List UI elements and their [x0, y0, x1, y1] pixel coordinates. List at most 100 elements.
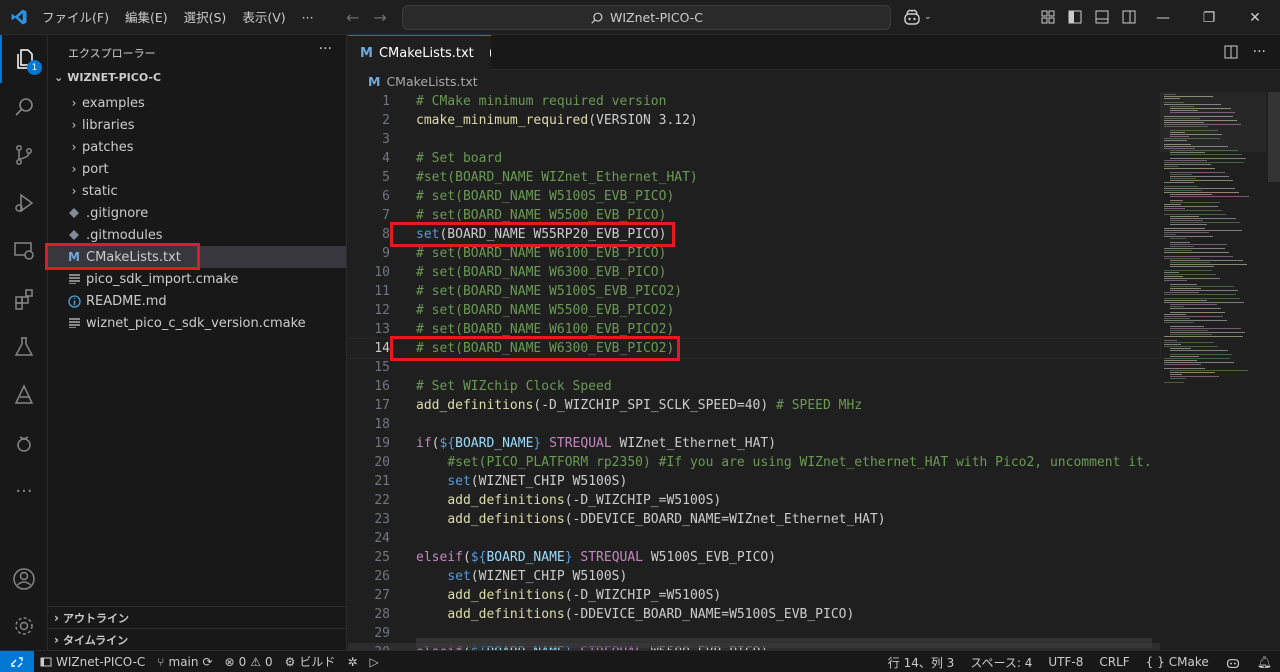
tree-item-cmakelists[interactable]: M CMakeLists.txt: [48, 246, 346, 268]
language-mode[interactable]: { } CMake: [1138, 655, 1217, 669]
code-line[interactable]: 9 # set(BOARD_NAME W6100_EVB_PICO): [348, 244, 1160, 263]
code-line[interactable]: 11 # set(BOARD_NAME W5100S_EVB_PICO2): [348, 282, 1160, 301]
cursor-position[interactable]: 行 14、列 3: [880, 654, 963, 671]
menu-more[interactable]: ···: [294, 0, 322, 35]
code-line[interactable]: 4 # Set board: [348, 149, 1160, 168]
code-line[interactable]: 1 # CMake minimum required version: [348, 92, 1160, 111]
code-line[interactable]: 10 # set(BOARD_NAME W6300_EVB_PICO): [348, 263, 1160, 282]
code-line[interactable]: 24: [348, 529, 1160, 548]
search-activity[interactable]: [0, 83, 48, 131]
tree-item-readme[interactable]: README.md: [48, 290, 346, 312]
restore-button[interactable]: ❐: [1186, 0, 1232, 35]
workspace-status[interactable]: WIZnet-PICO-C: [34, 655, 151, 669]
customize-layout-icon[interactable]: [1040, 9, 1056, 25]
forward-arrow-icon[interactable]: →: [373, 8, 386, 27]
debug-status[interactable]: ✲: [341, 655, 363, 669]
code-line[interactable]: 12 # set(BOARD_NAME W5500_EVB_PICO2): [348, 301, 1160, 320]
source-control-activity[interactable]: [0, 131, 48, 179]
minimap[interactable]: [1160, 92, 1270, 650]
explorer-sidebar: エクスプローラー ··· ⌄ WIZNET-PICO-C › examples …: [45, 35, 347, 650]
code-line[interactable]: 17 add_definitions(-D_WIZCHIP_SPI_SCLK_SP…: [348, 396, 1160, 415]
code-line[interactable]: 14 # set(BOARD_NAME W6300_EVB_PICO2): [348, 338, 1161, 359]
code-line[interactable]: 19 if(${BOARD_NAME} STREQUAL WIZnet_Ether…: [348, 434, 1160, 453]
build-status[interactable]: ⚙ ビルド: [279, 653, 342, 670]
copilot-button[interactable]: ⌄: [902, 8, 932, 26]
extensions-activity[interactable]: [0, 275, 48, 323]
line-number: 5: [382, 170, 390, 185]
chevron-right-icon: ›: [71, 140, 77, 154]
close-button[interactable]: ✕: [1232, 0, 1278, 35]
code-line[interactable]: 7 # set(BOARD_NAME W5500_EVB_PICO): [348, 206, 1160, 225]
accounts-activity[interactable]: [0, 555, 48, 603]
code-line[interactable]: 26 set(WIZNET_CHIP W5100S): [348, 567, 1160, 586]
scrollbar-thumb[interactable]: [1268, 92, 1280, 182]
code-line[interactable]: 13 # set(BOARD_NAME W6100_EVB_PICO2): [348, 320, 1160, 339]
run-status[interactable]: ▷: [364, 655, 385, 669]
more-actions-icon[interactable]: ···: [1253, 44, 1266, 60]
tree-item-sdk-version[interactable]: wiznet_pico_c_sdk_version.cmake: [48, 312, 346, 334]
tree-item-examples[interactable]: › examples: [48, 92, 346, 114]
testing-activity[interactable]: [0, 323, 48, 371]
split-editor-icon[interactable]: [1223, 44, 1239, 60]
tab-cmakelists[interactable]: M CMakeLists.txt: [348, 35, 491, 70]
workspace-root[interactable]: ⌄ WIZNET-PICO-C: [54, 71, 161, 84]
toggle-primary-sidebar-icon[interactable]: [1067, 9, 1083, 25]
run-debug-activity[interactable]: [0, 179, 48, 227]
outline-section[interactable]: › アウトライン: [48, 606, 346, 628]
settings-activity[interactable]: [0, 602, 48, 650]
vertical-scrollbar[interactable]: [1266, 92, 1280, 650]
problems-status[interactable]: ⊗ 0 ⚠ 0: [219, 655, 279, 669]
minimap-line: [1164, 318, 1190, 319]
deploy-activity[interactable]: [0, 371, 48, 419]
indentation[interactable]: スペース: 4: [962, 654, 1040, 671]
toggle-secondary-sidebar-icon[interactable]: [1121, 9, 1137, 25]
code-line[interactable]: 2 cmake_minimum_required(VERSION 3.12): [348, 111, 1160, 130]
code-line[interactable]: 3: [348, 130, 1160, 149]
code-line[interactable]: 20 #set(PICO_PLATFORM rp2350) #If you ar…: [348, 453, 1160, 472]
more-activity[interactable]: ···: [0, 467, 48, 515]
code-line[interactable]: 22 add_definitions(-D_WIZCHIP_=W5100S): [348, 491, 1160, 510]
tree-item-label: wiznet_pico_c_sdk_version.cmake: [86, 315, 306, 331]
code-line[interactable]: 5 #set(BOARD_NAME WIZnet_Ethernet_HAT): [348, 168, 1160, 187]
breadcrumb-file[interactable]: CMakeLists.txt: [386, 74, 477, 89]
code-line[interactable]: 8 set(BOARD_NAME W55RP20_EVB_PICO): [348, 225, 1160, 244]
tree-item-patches[interactable]: › patches: [48, 136, 346, 158]
code-line[interactable]: 28 add_definitions(-DDEVICE_BOARD_NAME=W…: [348, 605, 1160, 624]
explorer-activity[interactable]: 1: [0, 35, 48, 83]
code-line[interactable]: 21 set(WIZNET_CHIP W5100S): [348, 472, 1160, 491]
tree-item-gitmodules[interactable]: .gitmodules: [48, 224, 346, 246]
tree-item-static[interactable]: › static: [48, 180, 346, 202]
remote-indicator[interactable]: [0, 650, 34, 672]
command-center-search[interactable]: WIZnet-PICO-C: [402, 5, 891, 30]
code-line[interactable]: 18: [348, 415, 1160, 434]
menu-view[interactable]: 表示(V): [234, 0, 293, 35]
back-arrow-icon[interactable]: ←: [346, 8, 359, 27]
toggle-panel-icon[interactable]: [1094, 9, 1110, 25]
notifications-status[interactable]: 🔔︎: [1249, 655, 1280, 669]
menu-edit[interactable]: 編集(E): [117, 0, 176, 35]
minimize-button[interactable]: —: [1140, 0, 1186, 35]
menu-selection[interactable]: 選択(S): [176, 0, 235, 35]
tree-item-libraries[interactable]: › libraries: [48, 114, 346, 136]
remote-explorer-activity[interactable]: [0, 227, 48, 275]
explorer-more-button[interactable]: ···: [319, 41, 332, 57]
menu-file[interactable]: ファイル(F): [34, 0, 117, 35]
unsaved-dot-icon[interactable]: [489, 49, 491, 57]
timeline-section[interactable]: › タイムライン: [48, 628, 346, 650]
code-line[interactable]: 15: [348, 358, 1160, 377]
code-line[interactable]: 23 add_definitions(-DDEVICE_BOARD_NAME=W…: [348, 510, 1160, 529]
raspberry-pi-activity[interactable]: [0, 419, 48, 467]
code-line[interactable]: 25 elseif(${BOARD_NAME} STREQUAL W5100S_E…: [348, 548, 1160, 567]
branch-status[interactable]: ⑂ main ⟳: [151, 655, 218, 669]
horizontal-scrollbar[interactable]: [416, 638, 1152, 648]
code-line[interactable]: 27 add_definitions(-D_WIZCHIP_=W5100S): [348, 586, 1160, 605]
code-editor[interactable]: 1 # CMake minimum required version 2 cmake_…: [348, 92, 1280, 650]
tree-item-port[interactable]: › port: [48, 158, 346, 180]
tree-item-pico-sdk-import[interactable]: pico_sdk_import.cmake: [48, 268, 346, 290]
copilot-status[interactable]: [1217, 655, 1249, 669]
encoding[interactable]: UTF-8: [1040, 655, 1091, 669]
end-of-line[interactable]: CRLF: [1091, 655, 1137, 669]
code-line[interactable]: 16 # Set WIZchip Clock Speed: [348, 377, 1160, 396]
tree-item-gitignore[interactable]: .gitignore: [48, 202, 346, 224]
code-line[interactable]: 6 # set(BOARD_NAME W5100S_EVB_PICO): [348, 187, 1160, 206]
